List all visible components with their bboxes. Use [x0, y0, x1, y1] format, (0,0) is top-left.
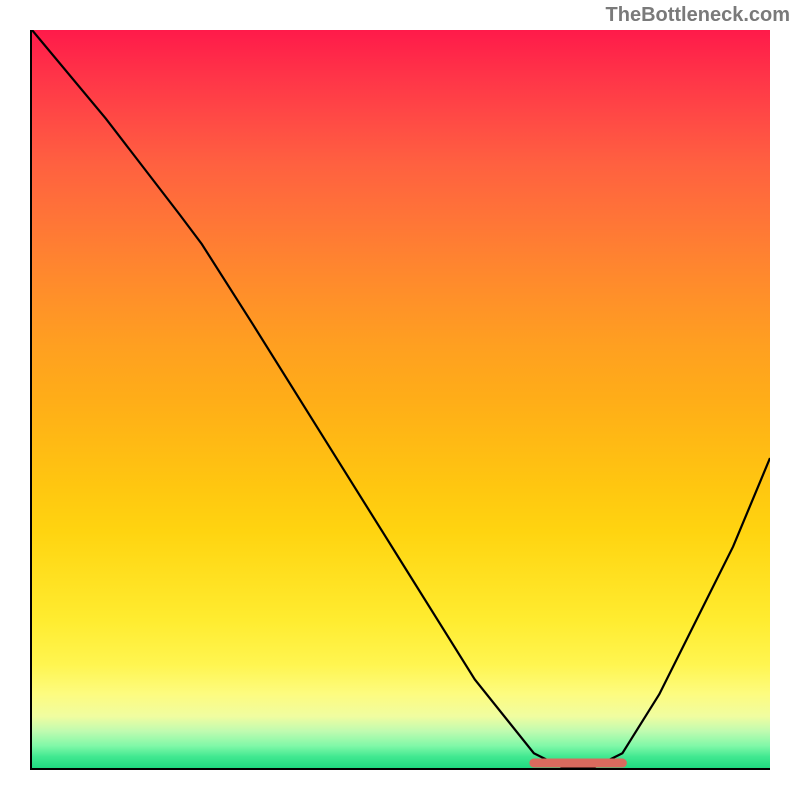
attribution-text: TheBottleneck.com [606, 4, 790, 27]
chart-svg [32, 30, 770, 768]
bottleneck-curve-line [32, 30, 770, 768]
chart-plot-area [30, 30, 770, 770]
